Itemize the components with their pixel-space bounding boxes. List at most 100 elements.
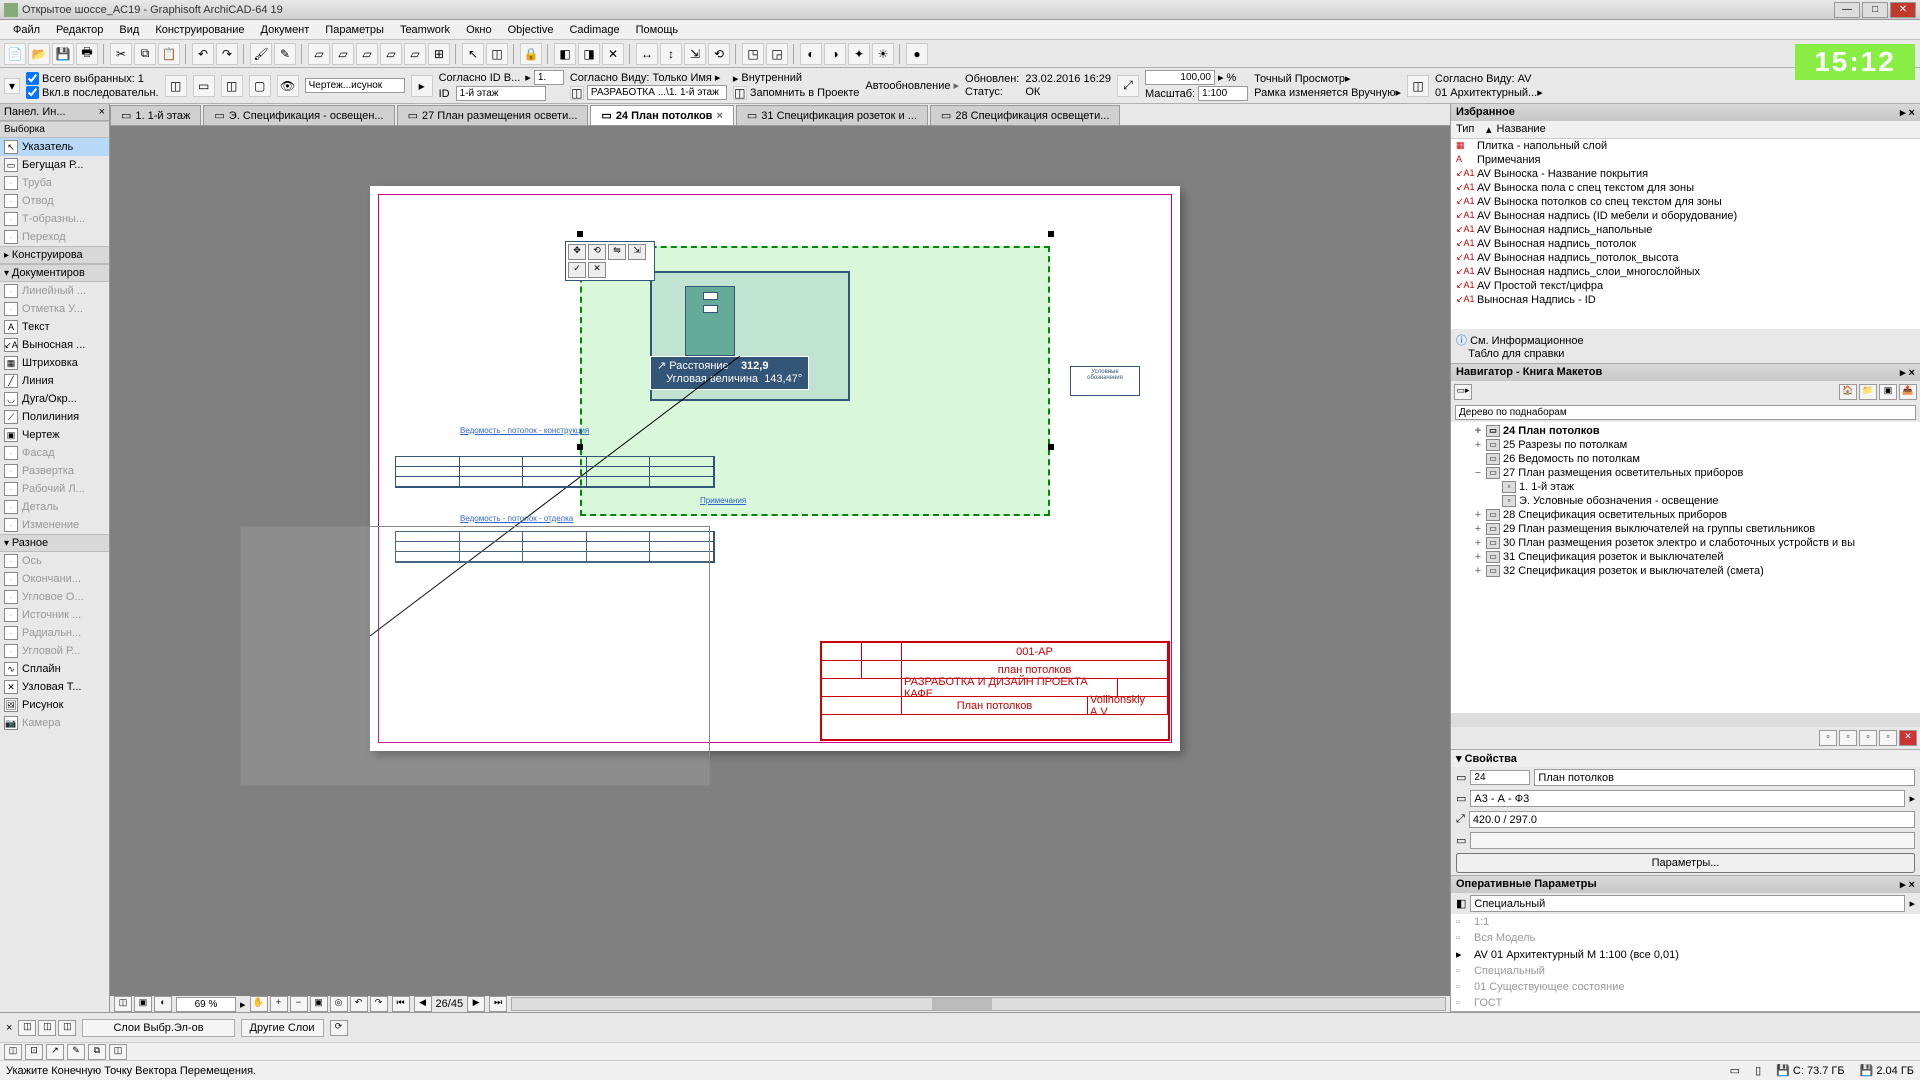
- favorite-item[interactable]: ↙A1AV Простой текст/цифра: [1451, 279, 1920, 293]
- id-input[interactable]: [534, 70, 564, 85]
- tree-item[interactable]: +▭32 Спецификация розеток и выключателей…: [1453, 564, 1918, 578]
- zoom-input[interactable]: [176, 997, 236, 1012]
- nav-delete-icon[interactable]: ✕: [1899, 730, 1917, 746]
- tree-item[interactable]: −▭27 План размещения осветительных прибо…: [1453, 466, 1918, 480]
- render3-icon[interactable]: ✦: [848, 43, 870, 65]
- lb1-icon[interactable]: ◫: [18, 1020, 36, 1036]
- 3d1-icon[interactable]: ◳: [742, 43, 764, 65]
- tool-item[interactable]: ·Отвод: [0, 192, 109, 210]
- 3d2-icon[interactable]: ◲: [766, 43, 788, 65]
- zoom-mode-icon[interactable]: ◫: [114, 996, 132, 1012]
- page-last-icon[interactable]: ⏭: [489, 996, 507, 1012]
- tool-item[interactable]: ·Угловое О...: [0, 588, 109, 606]
- horizontal-scrollbar[interactable]: [511, 997, 1446, 1011]
- undo-icon[interactable]: ↶: [192, 43, 214, 65]
- favorite-item[interactable]: ↙A1AV Выноска потолков со спец текстом д…: [1451, 195, 1920, 209]
- scale-icon[interactable]: ⤢: [1117, 75, 1139, 97]
- prop-size[interactable]: [1469, 811, 1915, 828]
- source-input[interactable]: [587, 85, 727, 100]
- tool-item[interactable]: ·Отметка У...: [0, 300, 109, 318]
- pet-stretch-icon[interactable]: ⇲: [628, 244, 646, 260]
- save-icon[interactable]: 💾: [52, 43, 74, 65]
- pet-mirror-icon[interactable]: ⇋: [608, 244, 626, 260]
- figure-tool[interactable]: 🖼Рисунок: [0, 696, 109, 714]
- scale-input[interactable]: [1145, 70, 1215, 85]
- nav-view-icon[interactable]: 📁: [1859, 384, 1877, 400]
- favorite-item[interactable]: ↙A1AV Выносная надпись_напольные: [1451, 223, 1920, 237]
- polyline-tool[interactable]: ⟋Полилиния: [0, 408, 109, 426]
- trace1-icon[interactable]: ◧: [554, 43, 576, 65]
- quickopt-item[interactable]: ▫01 Существующее состояние: [1451, 979, 1920, 995]
- qo-combo[interactable]: [1470, 895, 1905, 912]
- nav-new4-icon[interactable]: ▫: [1879, 730, 1897, 746]
- tree-item[interactable]: ▫1. 1-й этаж: [1453, 480, 1918, 494]
- tool-item[interactable]: ·Линейный ...: [0, 282, 109, 300]
- quickopt-item[interactable]: ▫Специальный: [1451, 963, 1920, 979]
- tool-item[interactable]: ·Фасад: [0, 444, 109, 462]
- menu-конструирование[interactable]: Конструирование: [147, 22, 252, 38]
- brush-icon[interactable]: 🖌: [250, 43, 272, 65]
- zoomwin-icon[interactable]: ▣: [310, 996, 328, 1012]
- render2-icon[interactable]: ◑: [824, 43, 846, 65]
- tool-item[interactable]: ·Радиальн...: [0, 624, 109, 642]
- tree-item[interactable]: +▭31 Спецификация розеток и выключателей: [1453, 550, 1918, 564]
- favorite-item[interactable]: ↙A1AV Выносная надпись (ID мебели и обор…: [1451, 209, 1920, 223]
- snap2-icon[interactable]: ▱: [332, 43, 354, 65]
- lock-icon[interactable]: 🔒: [520, 43, 542, 65]
- label-tool[interactable]: ↙AВыносная ...: [0, 336, 109, 354]
- tool-item[interactable]: ·Угловой Р...: [0, 642, 109, 660]
- tool-item[interactable]: ·Изменение: [0, 516, 109, 534]
- tree-item[interactable]: +▭25 Разрезы по потолкам: [1453, 438, 1918, 452]
- favorite-item[interactable]: ↙A1AV Выноска пола с спец текстом для зо…: [1451, 181, 1920, 195]
- menu-помощь[interactable]: Помощь: [628, 22, 687, 38]
- qt6-icon[interactable]: ◫: [109, 1044, 127, 1060]
- zoom-prev-icon[interactable]: ◐: [154, 996, 172, 1012]
- prop-name[interactable]: [1534, 769, 1915, 786]
- preview-icon[interactable]: ◫: [1407, 75, 1429, 97]
- nav-new3-icon[interactable]: ▫: [1859, 730, 1877, 746]
- hotspot-tool[interactable]: ✕Узловая Т...: [0, 678, 109, 696]
- tool-item[interactable]: ·Окончани...: [0, 570, 109, 588]
- snap4-icon[interactable]: ▱: [380, 43, 402, 65]
- tree-item[interactable]: +▭30 План размещения розеток электро и с…: [1453, 536, 1918, 550]
- tool-item[interactable]: ·Деталь: [0, 498, 109, 516]
- dim4-icon[interactable]: ⟲: [708, 43, 730, 65]
- tool-item[interactable]: ·Переход: [0, 228, 109, 246]
- selection-check[interactable]: [26, 72, 39, 85]
- scale-ratio[interactable]: [1198, 86, 1248, 101]
- tree-item[interactable]: ▫Э. Условные обозначения - освещение: [1453, 494, 1918, 508]
- link-dropdown-icon[interactable]: ▸: [411, 75, 433, 97]
- paste-icon[interactable]: 📋: [158, 43, 180, 65]
- layer-selected[interactable]: Слои Выбр.Эл-ов: [82, 1019, 234, 1037]
- prop-id[interactable]: [1470, 770, 1530, 785]
- snap1-icon[interactable]: ▱: [308, 43, 330, 65]
- layer-other[interactable]: Другие Слои: [241, 1019, 324, 1037]
- object-icon[interactable]: ◫: [486, 43, 508, 65]
- layer-refresh-icon[interactable]: ⟳: [330, 1020, 348, 1036]
- favorite-item[interactable]: ↙A1AV Выносная надпись_потолок_высота: [1451, 251, 1920, 265]
- tool-item[interactable]: ·Т-образны...: [0, 210, 109, 228]
- close-icon[interactable]: ×: [99, 106, 105, 118]
- close-button[interactable]: ✕: [1890, 2, 1916, 18]
- copy-icon[interactable]: ⧉: [134, 43, 156, 65]
- source-icon[interactable]: ◫: [570, 86, 584, 100]
- menu-вид[interactable]: Вид: [111, 22, 147, 38]
- print-icon[interactable]: 🖶: [76, 43, 98, 65]
- pet-move-icon[interactable]: ✥: [568, 244, 586, 260]
- new-icon[interactable]: 📄: [4, 43, 26, 65]
- floor-input[interactable]: [456, 86, 546, 101]
- prop-format[interactable]: [1470, 790, 1905, 807]
- menu-teamwork[interactable]: Teamwork: [392, 22, 458, 38]
- nav-search[interactable]: [1455, 405, 1916, 420]
- favorite-item[interactable]: ↙A1AV Выносная надпись_слои_многослойных: [1451, 265, 1920, 279]
- tool-item[interactable]: ·Рабочий Л...: [0, 480, 109, 498]
- lb2-icon[interactable]: ◫: [38, 1020, 56, 1036]
- nav-new2-icon[interactable]: ▫: [1839, 730, 1857, 746]
- qt1-icon[interactable]: ◫: [4, 1044, 22, 1060]
- fill-tool[interactable]: ▦Штриховка: [0, 354, 109, 372]
- dim3-icon[interactable]: ⇲: [684, 43, 706, 65]
- pet-palette[interactable]: ✥ ⟲ ⇋ ⇲ ✓ ✕: [565, 241, 655, 281]
- tab[interactable]: ▭Э. Спецификация - освещен...: [203, 105, 394, 125]
- pet-cancel-icon[interactable]: ✕: [588, 262, 606, 278]
- qt5-icon[interactable]: ⧉: [88, 1044, 106, 1060]
